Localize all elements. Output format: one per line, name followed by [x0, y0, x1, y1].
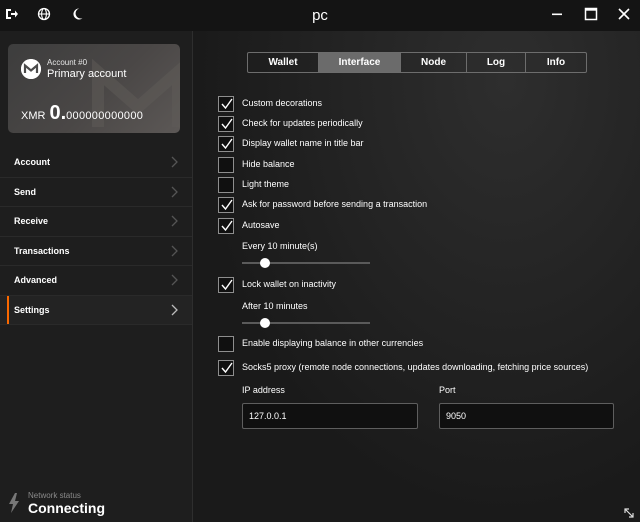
ip-address-input[interactable]: 127.0.0.1	[242, 403, 418, 429]
account-number: Account #0	[47, 58, 88, 67]
option-label: Check for updates periodically	[242, 118, 363, 128]
tab-node[interactable]: Node	[401, 53, 467, 72]
checkmark-icon	[221, 220, 233, 232]
checkbox[interactable]	[218, 177, 234, 193]
sidebar-item-label: Settings	[14, 304, 50, 315]
ip-address-label: IP address	[242, 385, 285, 395]
balance-decimals: 000000000000	[66, 110, 144, 122]
chevron-right-icon	[171, 215, 178, 227]
account-balance: XMR 0.000000000000	[21, 102, 143, 125]
lock-interval-label: After 10 minutes	[242, 301, 308, 311]
autosave-slider[interactable]	[242, 258, 370, 268]
option-label: Hide balance	[242, 159, 295, 169]
lock-slider[interactable]	[242, 318, 370, 328]
window-title: pc	[312, 7, 328, 24]
settings-tabs: Wallet Interface Node Log Info	[247, 52, 587, 73]
sidebar-item-advanced[interactable]: Advanced	[0, 266, 192, 296]
sidebar-item-label: Receive	[14, 216, 49, 226]
sidebar-item-label: Advanced	[14, 275, 58, 285]
checkmark-icon	[221, 138, 233, 150]
chevron-right-icon	[171, 186, 178, 197]
sidebar-item-settings[interactable]: Settings	[0, 295, 192, 325]
checkbox[interactable]	[218, 336, 234, 352]
port-label: Port	[439, 385, 456, 395]
checkbox[interactable]	[218, 157, 234, 173]
chevron-right-icon	[171, 304, 178, 315]
sidebar-item-label: Transactions	[14, 245, 70, 256]
checkbox[interactable]	[218, 277, 234, 293]
minimize-icon[interactable]	[550, 7, 566, 23]
lightning-icon	[9, 493, 19, 513]
tab-wallet[interactable]: Wallet	[248, 53, 319, 72]
close-icon[interactable]	[617, 7, 633, 23]
checkbox[interactable]	[218, 218, 234, 234]
chevron-right-icon	[171, 245, 178, 256]
title-bar: pc	[0, 0, 640, 31]
option-label: Display wallet name in title bar	[242, 138, 364, 148]
account-card[interactable]: Account #0 Primary account XMR 0.00000000…	[8, 44, 180, 133]
option-label: Enable displaying balance in other curre…	[242, 338, 424, 348]
tab-log[interactable]: Log	[467, 53, 526, 72]
port-input[interactable]: 9050	[439, 403, 614, 429]
tab-interface[interactable]: Interface	[319, 53, 401, 72]
option-label: Lock wallet on inactivity	[242, 279, 337, 289]
settings-panel: Wallet Interface Node Log Info Custom de…	[193, 31, 640, 522]
slider-thumb[interactable]	[260, 258, 270, 268]
checkmark-icon	[221, 362, 233, 374]
sidebar-item-account[interactable]: Account	[0, 148, 192, 178]
chevron-right-icon	[171, 156, 178, 168]
sidebar-item-receive[interactable]: Receive	[0, 207, 192, 237]
slider-thumb[interactable]	[260, 318, 270, 328]
option-label: Ask for password before sending a transa…	[242, 199, 428, 209]
sidebar-item-label: Send	[14, 186, 37, 197]
resize-grip-icon[interactable]	[624, 508, 634, 518]
sidebar: Account #0 Primary account XMR 0.00000000…	[0, 31, 193, 522]
checkbox[interactable]	[218, 197, 234, 213]
maximize-icon[interactable]	[584, 7, 600, 23]
sidebar-item-send[interactable]: Send	[0, 178, 192, 207]
option-label: Custom decorations	[242, 98, 323, 108]
checkbox[interactable]	[218, 360, 234, 376]
balance-integer: 0.	[49, 102, 67, 124]
sidebar-menu: Account Send Receive Transactions Advanc…	[0, 148, 192, 325]
checkmark-icon	[221, 279, 233, 291]
chevron-right-icon	[171, 274, 178, 286]
account-name: Primary account	[47, 68, 127, 80]
currency-label: XMR	[21, 110, 46, 122]
checkmark-icon	[221, 98, 233, 110]
monero-logo-icon	[21, 59, 41, 79]
autosave-interval-label: Every 10 minute(s)	[242, 241, 318, 251]
checkmark-icon	[221, 118, 233, 130]
checkmark-icon	[221, 199, 233, 211]
network-status-label: Network status	[28, 491, 81, 500]
option-label: Socks5 proxy (remote node connections, u…	[242, 362, 589, 372]
checkbox[interactable]	[218, 116, 234, 132]
sidebar-item-label: Account	[14, 157, 50, 167]
network-status-value: Connecting	[28, 500, 105, 516]
sidebar-item-transactions[interactable]: Transactions	[0, 237, 192, 266]
option-label: Light theme	[242, 179, 290, 189]
checkbox[interactable]	[218, 136, 234, 152]
tab-info[interactable]: Info	[526, 53, 586, 72]
option-label: Autosave	[242, 220, 280, 230]
checkbox[interactable]	[218, 96, 234, 112]
